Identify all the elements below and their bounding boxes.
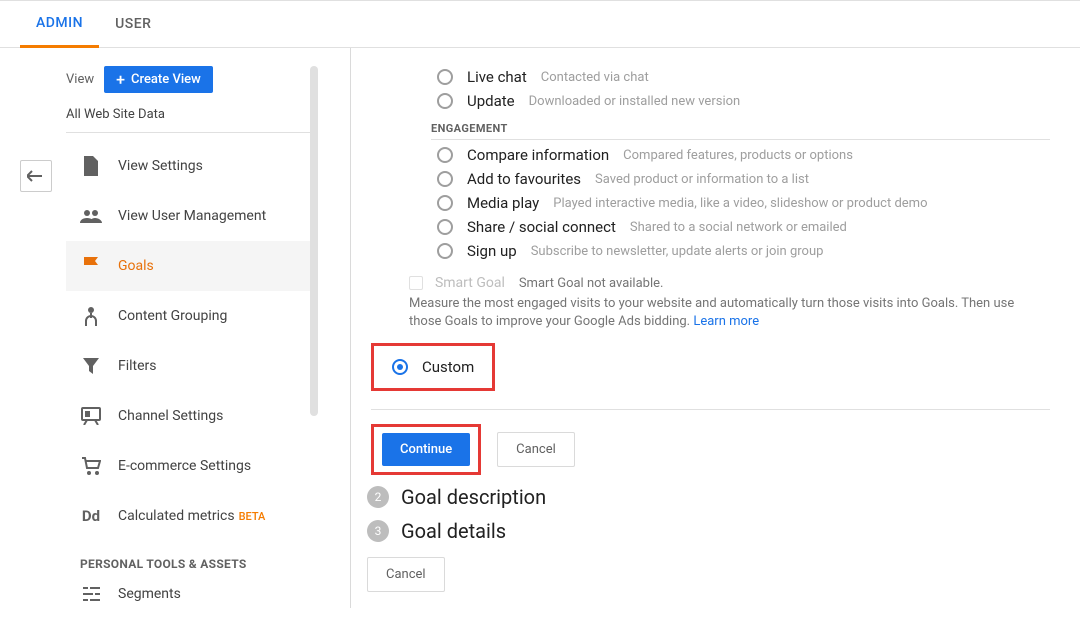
channel-icon xyxy=(80,405,102,427)
option-label: Update xyxy=(467,92,515,110)
create-view-label: Create View xyxy=(131,72,201,87)
sidebar-item-label: Calculated metricsBETA xyxy=(118,508,265,524)
smart-goal-checkbox xyxy=(409,276,423,290)
sidebar-item-filters[interactable]: Filters xyxy=(66,341,312,391)
option-label: Share / social connect xyxy=(467,218,616,236)
radio-icon[interactable] xyxy=(437,243,453,259)
option-label: Compare information xyxy=(467,146,609,164)
custom-label: Custom xyxy=(422,358,474,376)
sidebar-item-ecommerce-settings[interactable]: E-commerce Settings xyxy=(66,441,312,491)
sidebar-item-channel-settings[interactable]: Channel Settings xyxy=(66,391,312,441)
cancel-goal-button[interactable]: Cancel xyxy=(367,557,445,592)
category-engagement: ENGAGEMENT xyxy=(431,122,1050,140)
smart-goal-na: Smart Goal not available. xyxy=(519,276,664,291)
learn-more-link[interactable]: Learn more xyxy=(693,314,759,329)
cart-icon xyxy=(80,455,102,477)
cancel-button[interactable]: Cancel xyxy=(497,432,575,467)
create-view-button[interactable]: + Create View xyxy=(104,66,213,93)
funnel-icon xyxy=(80,355,102,377)
back-button[interactable] xyxy=(20,160,52,192)
option-label: Add to favourites xyxy=(467,170,581,188)
people-icon xyxy=(80,205,102,227)
step-goal-details[interactable]: 3 Goal details xyxy=(367,519,1050,543)
sidebar-item-label: Goals xyxy=(118,258,154,274)
sidebar-item-label: View Settings xyxy=(118,158,203,174)
sidebar-item-goals[interactable]: Goals xyxy=(66,241,312,291)
option-label: Sign up xyxy=(467,242,517,260)
radio-icon[interactable] xyxy=(437,93,453,109)
highlight-custom-option: Custom xyxy=(371,343,495,391)
continue-button[interactable]: Continue xyxy=(382,433,470,466)
option-label: Live chat xyxy=(467,68,527,86)
step-goal-description[interactable]: 2 Goal description xyxy=(367,485,1050,509)
tab-user[interactable]: USER xyxy=(99,2,167,46)
option-desc: Subscribe to newsletter, update alerts o… xyxy=(531,244,824,259)
option-desc: Shared to a social network or emailed xyxy=(630,220,847,235)
template-add-to-favourites[interactable]: Add to favourites Saved product or infor… xyxy=(437,170,1050,188)
smart-goal-title: Smart Goal xyxy=(435,275,505,291)
segments-icon xyxy=(80,583,102,605)
option-desc: Contacted via chat xyxy=(541,70,649,85)
section-personal-tools: PERSONAL TOOLS & ASSETS xyxy=(66,541,312,577)
option-desc: Played interactive media, like a video, … xyxy=(553,196,927,211)
option-label: Media play xyxy=(467,194,539,212)
sidebar-item-label: Segments xyxy=(118,586,181,602)
sidebar-item-label: Content Grouping xyxy=(118,308,227,324)
option-desc: Downloaded or installed new version xyxy=(529,94,741,109)
sidebar-item-content-grouping[interactable]: Content Grouping xyxy=(66,291,312,341)
radio-icon[interactable] xyxy=(437,147,453,163)
template-compare-information[interactable]: Compare information Compared features, p… xyxy=(437,146,1050,164)
step-number: 3 xyxy=(367,520,389,542)
radio-custom[interactable] xyxy=(392,359,408,375)
highlight-continue-button: Continue xyxy=(371,424,481,475)
plus-icon: + xyxy=(116,73,125,87)
template-update[interactable]: Update Downloaded or installed new versi… xyxy=(437,92,1050,110)
template-sign-up[interactable]: Sign up Subscribe to newsletter, update … xyxy=(437,242,1050,260)
smart-goal-row: Smart Goal Smart Goal not available. xyxy=(409,272,1050,291)
radio-icon[interactable] xyxy=(437,171,453,187)
option-desc: Compared features, products or options xyxy=(623,148,853,163)
radio-icon[interactable] xyxy=(437,219,453,235)
divider xyxy=(371,409,1050,410)
option-desc: Saved product or information to a list xyxy=(595,172,809,187)
sidebar-item-label: Channel Settings xyxy=(118,408,223,424)
top-tabs: ADMIN USER xyxy=(0,0,1080,48)
sidebar-item-label: Filters xyxy=(118,358,157,374)
sidebar-item-user-management[interactable]: View User Management xyxy=(66,191,312,241)
radio-icon[interactable] xyxy=(437,195,453,211)
sidebar: View + Create View All Web Site Data Vie… xyxy=(66,66,312,619)
radio-icon[interactable] xyxy=(437,69,453,85)
step-title: Goal details xyxy=(401,519,506,543)
main-panel: Live chat Contacted via chat Update Down… xyxy=(351,48,1080,608)
view-label: View xyxy=(66,72,94,87)
sidebar-item-label: E-commerce Settings xyxy=(118,458,251,474)
template-share-social[interactable]: Share / social connect Shared to a socia… xyxy=(437,218,1050,236)
sidebar-item-segments[interactable]: Segments xyxy=(66,577,312,619)
step-number: 2 xyxy=(367,486,389,508)
smart-goal-desc: Measure the most engaged visits to your … xyxy=(409,295,1049,331)
sidebar-item-calculated-metrics[interactable]: Dd Calculated metricsBETA xyxy=(66,491,312,541)
back-arrow-icon xyxy=(27,169,45,183)
step-title: Goal description xyxy=(401,485,546,509)
template-media-play[interactable]: Media play Played interactive media, lik… xyxy=(437,194,1050,212)
sidebar-item-view-settings[interactable]: View Settings xyxy=(66,141,312,191)
tab-admin[interactable]: ADMIN xyxy=(20,1,99,48)
flag-icon xyxy=(80,255,102,277)
document-icon xyxy=(80,155,102,177)
sidebar-scrollbar[interactable] xyxy=(310,66,318,416)
sidebar-item-label: View User Management xyxy=(118,208,266,224)
view-name[interactable]: All Web Site Data xyxy=(66,101,312,133)
dd-icon: Dd xyxy=(80,505,102,527)
template-live-chat[interactable]: Live chat Contacted via chat xyxy=(437,68,1050,86)
grouping-icon xyxy=(80,305,102,327)
